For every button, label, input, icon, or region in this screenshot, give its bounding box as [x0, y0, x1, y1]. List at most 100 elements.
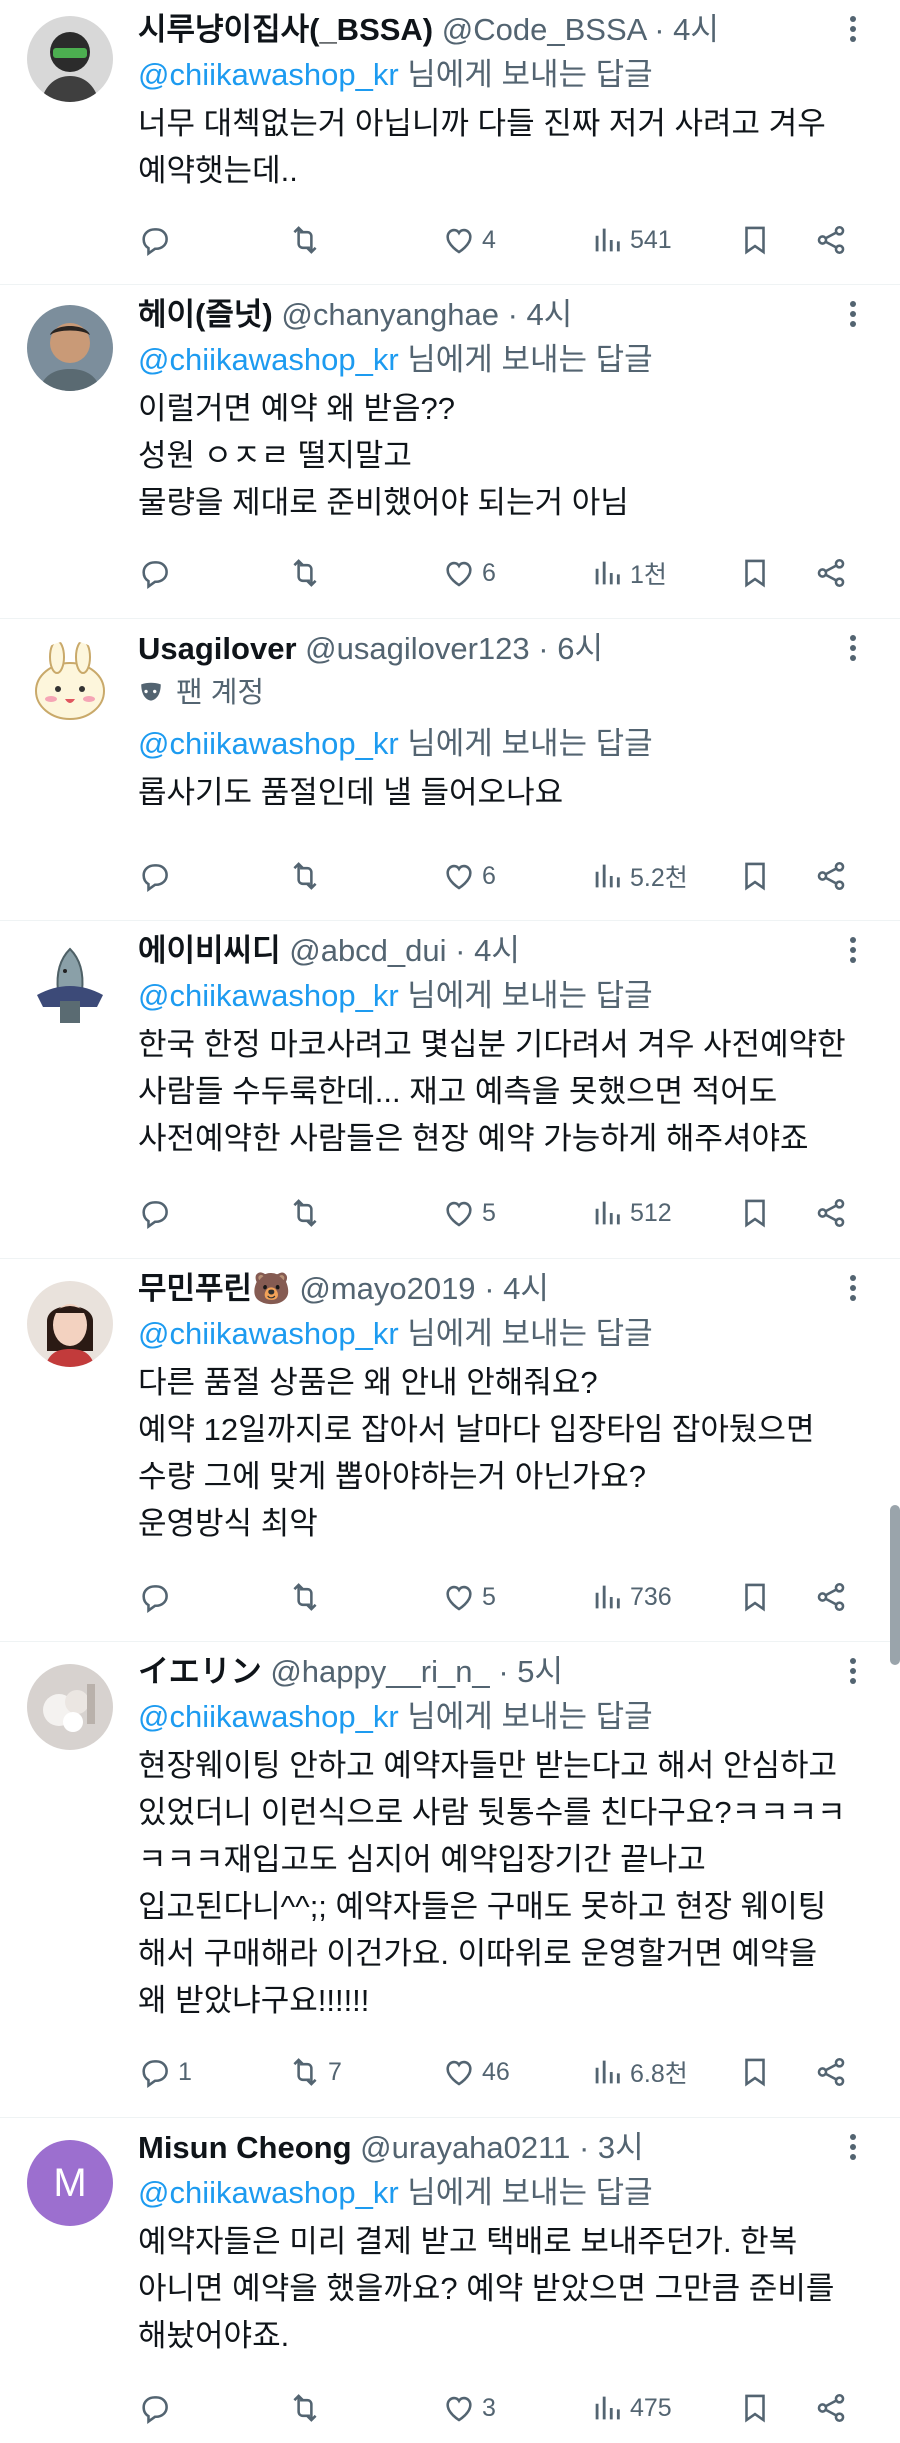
reply-button[interactable]	[138, 2388, 178, 2428]
mention-link[interactable]: @chiikawashop_kr	[138, 726, 399, 761]
share-button[interactable]	[814, 2052, 848, 2092]
avatar[interactable]	[27, 1664, 113, 1750]
display-name[interactable]: Misun Cheong	[138, 2130, 352, 2165]
display-name[interactable]: 헤이(즐넛)	[138, 297, 273, 332]
timestamp[interactable]: · 4시	[654, 12, 719, 47]
more-options-icon[interactable]	[838, 935, 868, 965]
user-handle[interactable]: @Code_BSSA	[442, 12, 646, 47]
views-button[interactable]: 736	[590, 1577, 672, 1617]
retweet-button[interactable]	[288, 2388, 328, 2428]
timestamp[interactable]: · 6시	[538, 631, 603, 666]
share-button[interactable]	[814, 2388, 848, 2428]
tweet[interactable]: M Misun Cheong @urayaha0211 · 3시 @chiika…	[0, 2118, 900, 2443]
mention-link[interactable]: @chiikawashop_kr	[138, 1316, 399, 1351]
reply-icon	[138, 556, 172, 590]
more-options-icon[interactable]	[838, 1656, 868, 1686]
share-button[interactable]	[814, 1577, 848, 1617]
user-handle[interactable]: @urayaha0211	[360, 2130, 570, 2165]
scrollbar[interactable]	[890, 1505, 900, 1665]
more-options-icon[interactable]	[838, 14, 868, 44]
user-handle[interactable]: @abcd_dui	[289, 933, 446, 968]
views-button[interactable]: 541	[590, 220, 672, 260]
avatar[interactable]	[27, 16, 113, 102]
user-handle[interactable]: @happy__ri_n_	[270, 1654, 489, 1689]
avatar[interactable]	[27, 943, 113, 1029]
action-bar: 6 1천	[138, 553, 868, 593]
retweet-button[interactable]	[288, 220, 328, 260]
timestamp[interactable]: · 4시	[455, 933, 520, 968]
bookmark-icon	[738, 2391, 772, 2425]
mention-link[interactable]: @chiikawashop_kr	[138, 978, 399, 1013]
timestamp[interactable]: · 4시	[484, 1271, 549, 1306]
display-name[interactable]: 무민푸린🐻	[138, 1271, 291, 1306]
user-handle[interactable]: @chanyanghae	[281, 297, 499, 332]
like-button[interactable]: 5	[442, 1193, 496, 1233]
retweet-button[interactable]: 7	[288, 2052, 342, 2092]
heart-icon	[442, 223, 476, 257]
retweet-button[interactable]	[288, 553, 328, 593]
tweet-header: Usagilover @usagilover123 · 6시	[138, 631, 603, 667]
share-button[interactable]	[814, 1193, 848, 1233]
mention-link[interactable]: @chiikawashop_kr	[138, 57, 399, 92]
avatar[interactable]: M	[27, 2140, 113, 2226]
views-icon	[590, 859, 624, 893]
retweet-button[interactable]	[288, 1577, 328, 1617]
retweet-icon	[288, 859, 322, 893]
bookmark-button[interactable]	[738, 553, 772, 593]
views-button[interactable]: 5.2천	[590, 856, 688, 896]
reply-button[interactable]	[138, 1577, 178, 1617]
timestamp[interactable]: · 5시	[498, 1654, 563, 1689]
tweet[interactable]: 무민푸린🐻 @mayo2019 · 4시 @chiikawashop_kr 님에…	[0, 1259, 900, 1642]
bookmark-button[interactable]	[738, 1577, 772, 1617]
share-button[interactable]	[814, 220, 848, 260]
views-button[interactable]: 1천	[590, 553, 667, 593]
views-button[interactable]: 6.8천	[590, 2052, 688, 2092]
tweet[interactable]: 시루냥이집사(_BSSA) @Code_BSSA · 4시 @chiikawas…	[0, 0, 900, 285]
avatar[interactable]	[27, 305, 113, 391]
like-button[interactable]: 4	[442, 220, 496, 260]
timestamp[interactable]: · 3시	[579, 2130, 644, 2165]
like-button[interactable]: 5	[442, 1577, 496, 1617]
user-handle[interactable]: @usagilover123	[305, 631, 530, 666]
tweet[interactable]: 에이비씨디 @abcd_dui · 4시 @chiikawashop_kr 님에…	[0, 921, 900, 1259]
share-button[interactable]	[814, 553, 848, 593]
more-options-icon[interactable]	[838, 2132, 868, 2162]
share-button[interactable]	[814, 856, 848, 896]
bookmark-icon	[738, 859, 772, 893]
more-options-icon[interactable]	[838, 633, 868, 663]
bookmark-button[interactable]	[738, 856, 772, 896]
retweet-button[interactable]	[288, 1193, 328, 1233]
tweet[interactable]: 헤이(즐넛) @chanyanghae · 4시 @chiikawashop_k…	[0, 285, 900, 619]
retweet-button[interactable]	[288, 856, 328, 896]
mention-link[interactable]: @chiikawashop_kr	[138, 2175, 399, 2210]
like-button[interactable]: 6	[442, 856, 496, 896]
more-options-icon[interactable]	[838, 299, 868, 329]
tweet[interactable]: Usagilover @usagilover123 · 6시 팬 계정 @chi…	[0, 619, 900, 921]
more-options-icon[interactable]	[838, 1273, 868, 1303]
reply-button[interactable]	[138, 1193, 178, 1233]
reply-button[interactable]	[138, 553, 178, 593]
reply-button[interactable]	[138, 856, 178, 896]
bookmark-button[interactable]	[738, 2388, 772, 2428]
display-name[interactable]: Usagilover	[138, 631, 297, 666]
like-button[interactable]: 6	[442, 553, 496, 593]
user-handle[interactable]: @mayo2019	[299, 1271, 475, 1306]
mention-link[interactable]: @chiikawashop_kr	[138, 342, 399, 377]
display-name[interactable]: イエリン	[138, 1654, 262, 1689]
like-button[interactable]: 46	[442, 2052, 510, 2092]
bookmark-button[interactable]	[738, 1193, 772, 1233]
reply-button[interactable]: 1	[138, 2052, 192, 2092]
like-button[interactable]: 3	[442, 2388, 496, 2428]
views-button[interactable]: 475	[590, 2388, 672, 2428]
display-name[interactable]: 에이비씨디	[138, 933, 281, 968]
tweet[interactable]: イエリン @happy__ri_n_ · 5시 @chiikawashop_kr…	[0, 1642, 900, 2118]
timestamp[interactable]: · 4시	[508, 297, 573, 332]
reply-button[interactable]	[138, 220, 178, 260]
avatar[interactable]	[27, 1281, 113, 1367]
mention-link[interactable]: @chiikawashop_kr	[138, 1699, 399, 1734]
avatar[interactable]	[27, 641, 113, 727]
bookmark-button[interactable]	[738, 2052, 772, 2092]
views-button[interactable]: 512	[590, 1193, 672, 1233]
bookmark-button[interactable]	[738, 220, 772, 260]
display-name[interactable]: 시루냥이집사(_BSSA)	[138, 12, 433, 47]
